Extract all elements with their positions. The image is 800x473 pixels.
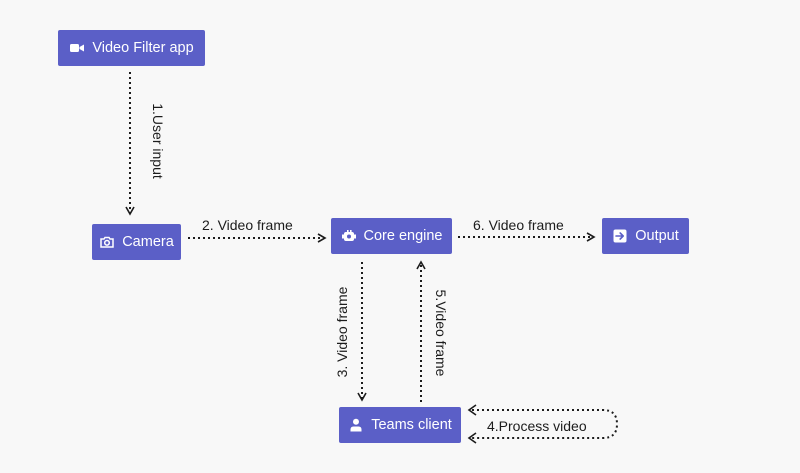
edge-label-user-input: 1.User input (150, 103, 166, 179)
node-label: Video Filter app (92, 40, 194, 56)
edge-label-engine-to-teams: 3. Video frame (334, 286, 350, 378)
edge-label-camera-to-engine: 2. Video frame (202, 217, 293, 233)
node-video-filter-app[interactable]: Video Filter app (58, 30, 205, 66)
node-label: Output (635, 228, 679, 244)
edge-label-process-video: 4.Process video (487, 418, 587, 434)
output-arrow-icon (613, 229, 627, 243)
architecture-diagram: Video Filter app Camera Core engine Outp… (0, 0, 800, 473)
person-icon (350, 418, 362, 432)
node-label: Teams client (371, 417, 452, 433)
edge-label-teams-to-engine: 5.Video frame (433, 289, 449, 377)
camera-icon (100, 236, 114, 248)
node-label: Camera (122, 234, 174, 250)
video-camera-icon (70, 44, 85, 52)
node-label: Core engine (363, 228, 443, 244)
engine-icon (341, 230, 356, 241)
node-output[interactable]: Output (602, 218, 689, 254)
node-camera[interactable]: Camera (92, 224, 181, 260)
edge-label-engine-to-output: 6. Video frame (473, 217, 564, 233)
node-core-engine[interactable]: Core engine (331, 218, 452, 254)
node-teams-client[interactable]: Teams client (339, 407, 461, 443)
